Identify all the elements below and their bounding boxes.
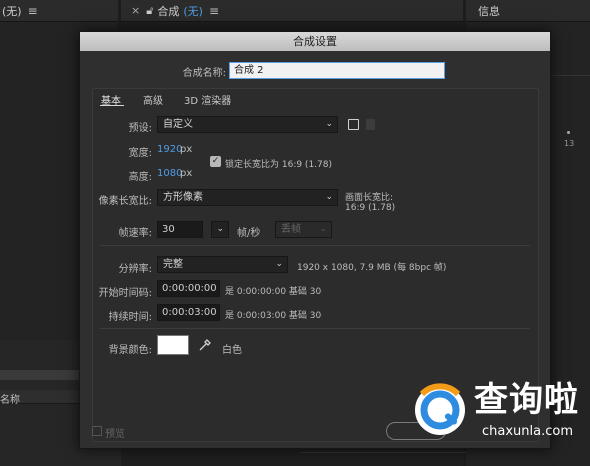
watermark-title: 查询啦 (474, 380, 579, 420)
info-dot (567, 131, 570, 134)
section-separator (100, 328, 530, 329)
active-tab-indicator (100, 105, 124, 106)
lock-aspect-checkbox[interactable]: ✓ (210, 156, 221, 167)
preset-label: 预设: (128, 123, 152, 134)
frame-aspect-label: 画面长宽比: (345, 193, 394, 203)
start-timecode-input[interactable]: 0:00:00:00 (157, 280, 220, 297)
chevron-down-icon: ⌄ (216, 224, 224, 234)
duration-info: 是 0:00:03:00 基础 30 (225, 311, 322, 321)
frame-rate-value: 30 (162, 224, 175, 235)
comp-name-label: 合成名称: (182, 68, 226, 79)
dialog-title: 合成设置 (80, 32, 550, 51)
duration-input[interactable]: 0:00:03:00 (157, 304, 220, 321)
width-unit: px (180, 144, 193, 155)
composition-tab-suffix: (无) (183, 4, 203, 18)
background-color-label: 背景颜色: (108, 345, 152, 356)
preview-checkbox[interactable] (92, 426, 102, 436)
width-label: 宽度: (128, 148, 152, 159)
section-separator (100, 245, 530, 246)
chevron-down-icon: ⌄ (275, 259, 283, 269)
chevron-down-icon: ⌄ (325, 192, 333, 202)
watermark-url: chaxunla.com (482, 424, 573, 439)
left-panel-header: (无) ≡ (0, 0, 118, 22)
resolution-select[interactable]: 完整 ⌄ (157, 256, 288, 273)
background-color-name: 白色 (222, 345, 242, 356)
height-unit: px (180, 168, 193, 179)
frame-rate-label: 帧速率: (118, 228, 152, 239)
height-value[interactable]: 1080 (157, 168, 182, 179)
duration-label: 持续时间: (108, 312, 152, 323)
duration-value: 0:00:03:00 (162, 307, 217, 318)
background-color-swatch[interactable] (157, 335, 189, 355)
preset-select[interactable]: 自定义 ⌄ (157, 116, 338, 133)
left-tab-title[interactable]: (无) (2, 3, 22, 19)
menu-icon[interactable]: ≡ (28, 4, 38, 18)
start-timecode-info: 是 0:00:00:00 基础 30 (225, 287, 322, 297)
frame-rate-dropdown[interactable]: ⌄ (211, 221, 229, 238)
tab-advanced[interactable]: 高级 (143, 92, 163, 107)
chevron-down-icon: ⌄ (319, 224, 327, 234)
info-tab-title[interactable]: 信息 (478, 3, 500, 19)
chevron-down-icon: ⌄ (325, 119, 333, 129)
pixel-aspect-label: 像素长宽比: (98, 196, 152, 207)
composition-tab-title[interactable]: 合成 (157, 3, 179, 19)
save-preset-icon[interactable] (348, 119, 359, 130)
info-panel-header: 信息 (466, 0, 590, 22)
drop-frame-value: 丢帧 (281, 224, 301, 235)
eyedropper-icon[interactable] (198, 338, 212, 352)
width-value[interactable]: 1920 (157, 144, 182, 155)
frame-rate-input[interactable]: 30 (157, 221, 203, 238)
resolution-value: 完整 (163, 259, 183, 270)
preset-value: 自定义 (163, 119, 193, 130)
frame-rate-unit: 帧/秒 (237, 228, 261, 239)
pixel-aspect-select[interactable]: 方形像素 ⌄ (157, 189, 338, 206)
drop-frame-select: 丢帧 ⌄ (275, 221, 332, 238)
preview-label: 预览 (105, 429, 125, 440)
lock-icon[interactable]: 🔓︎ (146, 4, 153, 18)
frame-aspect-value: 16:9 (1.78) (345, 203, 396, 213)
height-label: 高度: (128, 172, 152, 183)
composition-panel-header: × 🔓︎ 合成 (无) ≡ (121, 0, 463, 22)
watermark-logo-icon (412, 382, 468, 438)
resolution-info: 1920 x 1080, 7.9 MB (每 8bpc 帧) (297, 263, 447, 273)
tab-3d-renderer[interactable]: 3D 渲染器 (184, 92, 231, 107)
start-timecode-value: 0:00:00:00 (162, 283, 217, 294)
lock-aspect-label: 锁定长宽比为 16:9 (1.78) (225, 160, 332, 170)
menu-icon[interactable]: ≡ (209, 4, 219, 18)
resolution-label: 分辨率: (118, 264, 152, 275)
pixel-aspect-value: 方形像素 (163, 192, 203, 203)
watermark: 查询啦 chaxunla.com (412, 374, 582, 454)
info-number: 13 (564, 139, 575, 148)
close-tab-icon[interactable]: × (131, 4, 140, 17)
start-timecode-label: 开始时间码: (98, 288, 152, 299)
comp-name-input[interactable]: 合成 2 (229, 62, 445, 79)
delete-preset-icon[interactable] (366, 119, 375, 130)
comp-name-value: 合成 2 (234, 65, 264, 76)
name-column-label: 名称 (0, 395, 20, 406)
